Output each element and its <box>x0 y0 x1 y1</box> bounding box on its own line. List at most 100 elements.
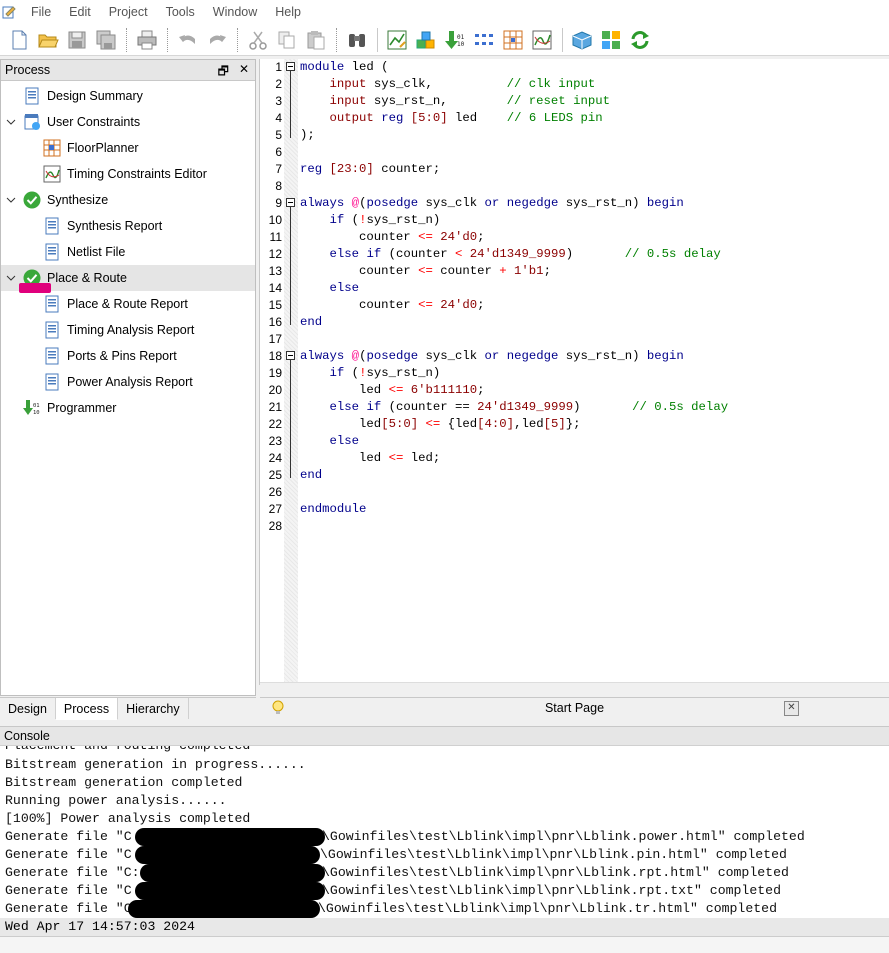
line-number: 16 <box>268 315 282 329</box>
tree-item-floorplanner[interactable]: FloorPlanner <box>1 135 255 161</box>
code-line[interactable]: 3 input sys_rst_n, // reset input <box>260 93 889 110</box>
print-button[interactable] <box>134 27 160 53</box>
tree-item-netlist-file[interactable]: Netlist File <box>1 239 255 265</box>
console-line: Generate file "C <box>5 901 132 916</box>
menu-help[interactable]: Help <box>266 5 310 19</box>
tree-item-place-route-report[interactable]: Place & Route Report <box>1 291 255 317</box>
close-panel-icon[interactable]: ✕ <box>239 62 249 83</box>
toolbar-separator <box>237 27 239 52</box>
tree-item-synthesize[interactable]: Synthesize <box>1 187 255 213</box>
menu-file[interactable]: File <box>22 5 60 19</box>
fold-toggle-icon[interactable] <box>286 62 295 71</box>
line-number: 4 <box>275 111 282 125</box>
menu-tools[interactable]: Tools <box>157 5 204 19</box>
menu-edit[interactable]: Edit <box>60 5 100 19</box>
code-line[interactable]: 2 input sys_clk, // clk input <box>260 76 889 93</box>
tab-hierarchy[interactable]: Hierarchy <box>118 698 189 719</box>
code-line[interactable]: 28 <box>260 518 889 535</box>
layout-button[interactable] <box>598 27 624 53</box>
code-line[interactable]: 11 counter <= 24'd0; <box>260 229 889 246</box>
code-line[interactable]: 16 end <box>260 314 889 331</box>
code-line[interactable]: 23 else <box>260 433 889 450</box>
code-editor[interactable]: 1 module led (2 input sys_clk, // clk inp… <box>259 59 889 685</box>
tree-item-label: Timing Analysis Report <box>67 323 195 337</box>
programmer-button[interactable]: 01 10 <box>442 27 468 53</box>
fold-toggle-icon[interactable] <box>286 351 295 360</box>
console-line: Bitstream generation completed <box>5 775 243 790</box>
code-text: if (!sys_rst_n) <box>329 213 441 227</box>
close-tab-icon[interactable]: ✕ <box>784 701 799 716</box>
fold-toggle-icon[interactable] <box>286 198 295 207</box>
code-line[interactable]: 26 <box>260 484 889 501</box>
code-line[interactable]: 4 output reg [5:0] led // 6 LEDS pin <box>260 110 889 127</box>
code-line[interactable]: 25 end <box>260 467 889 484</box>
chevron-down-icon[interactable] <box>6 273 16 283</box>
code-line[interactable]: 10 if (!sys_rst_n) <box>260 212 889 229</box>
redo-button[interactable] <box>204 27 230 53</box>
tree-item-timing-analysis-report[interactable]: Timing Analysis Report <box>1 317 255 343</box>
code-line[interactable]: 6 <box>260 144 889 161</box>
refresh-button[interactable] <box>627 27 653 53</box>
code-text: input sys_rst_n, // reset input <box>329 94 610 108</box>
tree-item-design-summary[interactable]: Design Summary <box>1 83 255 109</box>
redaction-mark <box>135 828 325 846</box>
chevron-down-icon[interactable] <box>6 117 16 127</box>
package-button[interactable] <box>569 27 595 53</box>
refresh-icon <box>631 30 649 49</box>
tree-item-timing-constraints-editor[interactable]: Timing Constraints Editor <box>1 161 255 187</box>
tree-item-ports-pins-report[interactable]: Ports & Pins Report <box>1 343 255 369</box>
register-button[interactable] <box>500 27 526 53</box>
editor-tab-bar: Start Page ✕ <box>260 697 889 720</box>
line-number: 21 <box>268 400 282 414</box>
code-line[interactable]: 7 reg [23:0] counter; <box>260 161 889 178</box>
tree-item-label: Synthesize <box>47 193 109 207</box>
chevron-down-icon[interactable] <box>6 195 16 205</box>
paste-button[interactable] <box>303 27 329 53</box>
ip-core-button[interactable] <box>413 27 439 53</box>
code-line[interactable]: 14 else <box>260 280 889 297</box>
code-line[interactable]: 17 <box>260 331 889 348</box>
tab-process[interactable]: Process <box>55 698 119 720</box>
cut-button[interactable] <box>245 27 271 53</box>
new-file-button[interactable] <box>6 27 32 53</box>
code-line[interactable]: 20 led <= 6'b111110; <box>260 382 889 399</box>
code-line[interactable]: 13 counter <= counter + 1'b1; <box>260 263 889 280</box>
menu-window[interactable]: Window <box>204 5 266 19</box>
tree-item-programmer[interactable]: 01 10 Programmer <box>1 395 255 421</box>
bitstream-button[interactable] <box>471 27 497 53</box>
code-line[interactable]: 5); <box>260 127 889 144</box>
code-line[interactable]: 8 <box>260 178 889 195</box>
console-output[interactable]: Placement and routing completed Bitstrea… <box>0 746 889 918</box>
code-line[interactable]: 12 else if (counter < 24'd1349_9999) // … <box>260 246 889 263</box>
code-line[interactable]: 15 counter <= 24'd0; <box>260 297 889 314</box>
line-number: 10 <box>268 213 282 227</box>
tree-item-user-constraints[interactable]: User Constraints <box>1 109 255 135</box>
code-line[interactable]: 1 module led ( <box>260 59 889 76</box>
process-panel-header: Process 🗗 ✕ <box>1 60 255 81</box>
code-line[interactable]: 18 always @(posedge sys_clk or negedge sy… <box>260 348 889 365</box>
tree-item-synthesis-report[interactable]: Synthesis Report <box>1 213 255 239</box>
code-text: input sys_clk, // clk input <box>329 77 596 91</box>
float-panel-icon[interactable]: 🗗 <box>218 62 229 83</box>
code-line[interactable]: 21 else if (counter == 24'd1349_9999) //… <box>260 399 889 416</box>
find-button[interactable] <box>344 27 370 53</box>
undo-button[interactable] <box>175 27 201 53</box>
timing-button[interactable] <box>529 27 555 53</box>
save-button[interactable] <box>64 27 90 53</box>
code-line[interactable]: 22 led[5:0] <= {led[4:0],led[5]}; <box>260 416 889 433</box>
code-line[interactable]: 27 endmodule <box>260 501 889 518</box>
menu-project[interactable]: Project <box>100 5 157 19</box>
redaction-mark <box>128 900 320 918</box>
code-line[interactable]: 19 if (!sys_rst_n) <box>260 365 889 382</box>
open-button[interactable] <box>35 27 61 53</box>
tab-design[interactable]: Design <box>0 698 56 719</box>
code-line[interactable]: 9 always @(posedge sys_clk or negedge sys… <box>260 195 889 212</box>
code-line[interactable]: 24 led <= led; <box>260 450 889 467</box>
console-timestamp: Wed Apr 17 14:57:03 2024 <box>5 919 195 934</box>
ip-core-icon <box>416 31 435 48</box>
horizontal-scrollbar[interactable] <box>260 682 889 697</box>
save-all-button[interactable] <box>93 27 119 53</box>
copy-button[interactable] <box>274 27 300 53</box>
tree-item-power-analysis-report[interactable]: Power Analysis Report <box>1 369 255 395</box>
synthesize-tool-button[interactable] <box>384 27 410 53</box>
